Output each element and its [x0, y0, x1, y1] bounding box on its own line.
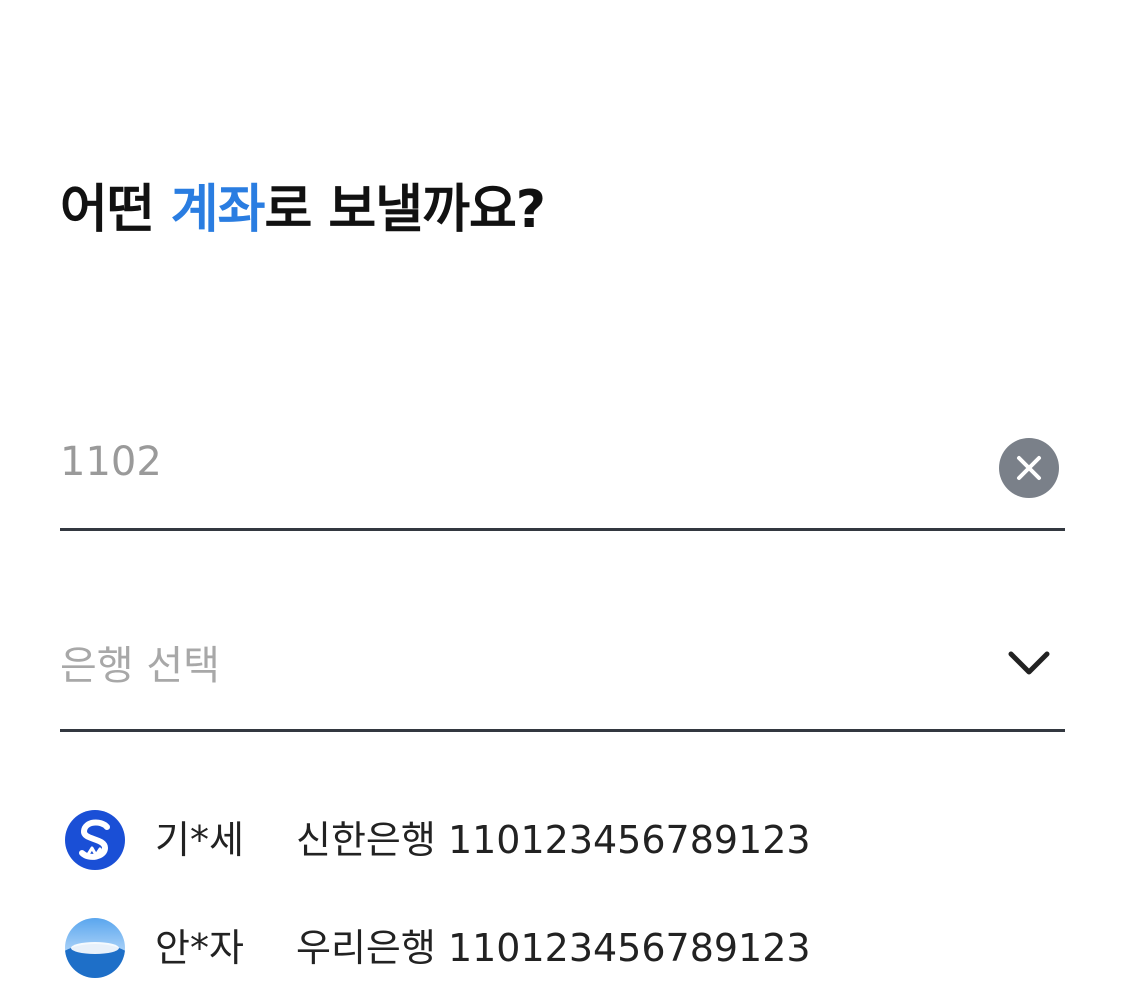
account-number-input[interactable] — [60, 438, 960, 486]
account-detail: 우리은행 110123456789123 — [296, 926, 811, 970]
shinhan-logo-icon — [65, 810, 125, 870]
woori-logo-icon — [65, 918, 125, 978]
bank-select-placeholder: 은행 선택 — [60, 643, 220, 689]
close-icon — [1017, 456, 1041, 480]
chevron-down-icon — [1008, 651, 1050, 675]
account-detail: 신한은행 110123456789123 — [296, 818, 811, 862]
title-suffix: 로 보낼까요? — [264, 180, 545, 240]
bank-select[interactable]: 은행 선택 — [60, 617, 1065, 732]
account-number: 110123456789123 — [447, 926, 811, 970]
bank-name: 신한은행 — [296, 818, 436, 862]
account-number-field — [60, 420, 1065, 531]
title-highlight: 계좌 — [170, 180, 266, 240]
recipient-name: 기*세 — [155, 818, 244, 862]
recent-account-item[interactable]: 기*세 신한은행 110123456789123 — [60, 780, 1065, 888]
bank-name: 우리은행 — [296, 926, 436, 970]
account-number: 110123456789123 — [447, 818, 811, 862]
title-prefix: 어떤 — [60, 180, 171, 240]
recent-account-item[interactable]: 안*자 우리은행 110123456789123 — [60, 888, 1065, 996]
recipient-name: 안*자 — [155, 926, 244, 970]
page-title: 어떤 계좌로 보낼까요? — [60, 178, 546, 242]
clear-input-button[interactable] — [999, 438, 1059, 498]
